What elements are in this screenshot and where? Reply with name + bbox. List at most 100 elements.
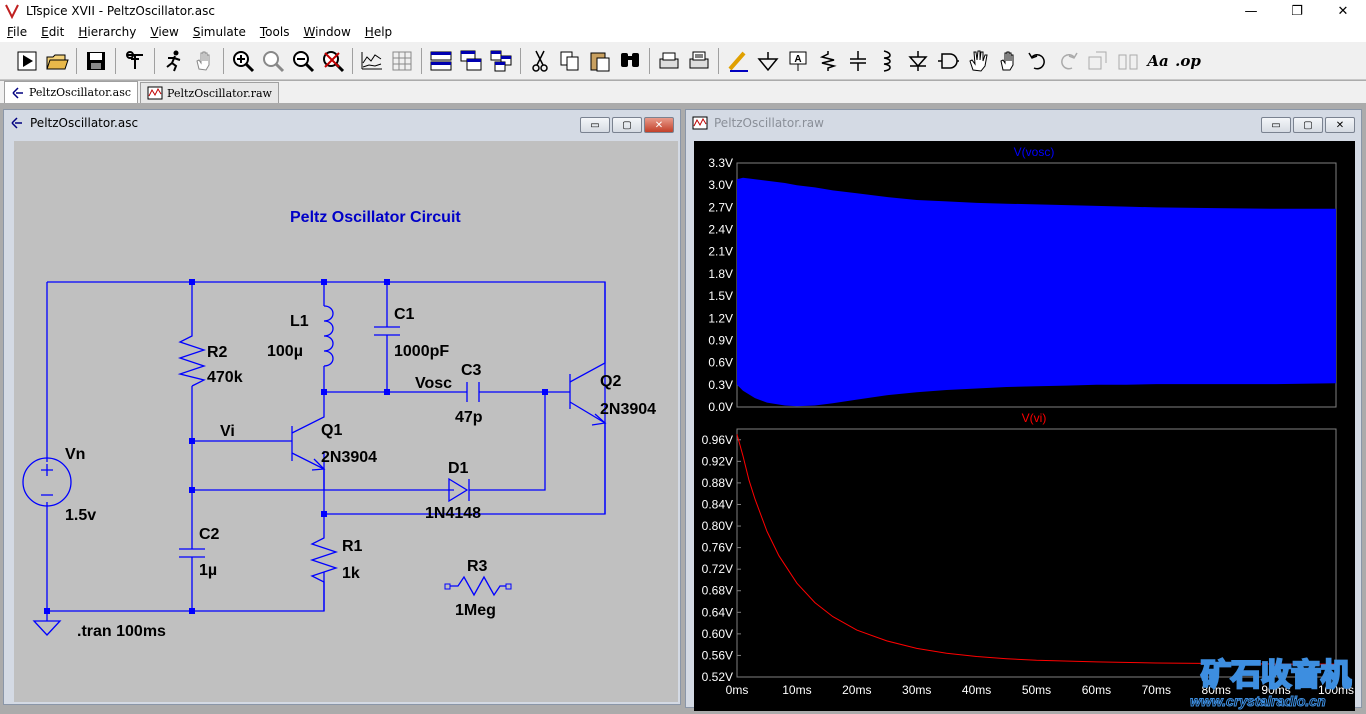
diode-icon[interactable] [904, 47, 932, 75]
restore-button[interactable]: ❐ [1274, 0, 1320, 22]
toolbar-separator [421, 47, 422, 74]
cut-icon[interactable] [526, 47, 554, 75]
resistor-icon[interactable] [814, 47, 842, 75]
transistor-q2-symbol[interactable] [569, 282, 607, 514]
zoom-pan-icon[interactable] [259, 47, 287, 75]
zoom-out-icon[interactable] [289, 47, 317, 75]
resistor-r2-symbol[interactable] [177, 330, 207, 387]
menu-simulate[interactable]: Simulate [186, 25, 253, 39]
undo-icon[interactable] [1024, 47, 1052, 75]
minimize-button[interactable]: — [1228, 0, 1274, 22]
control-panel-icon[interactable] [121, 47, 149, 75]
cascade-icon[interactable] [457, 47, 485, 75]
menu-tools[interactable]: Tools [253, 25, 297, 39]
window-title: LTspice XVII - PeltzOscillator.asc [26, 4, 215, 18]
rotate-icon[interactable] [1084, 47, 1112, 75]
y-tick-label: 0.72V [702, 562, 733, 576]
label-d1: D1 [448, 460, 469, 477]
y-tick-label: 3.3V [708, 156, 733, 170]
battery-symbol[interactable] [22, 457, 72, 507]
autorange-icon[interactable] [358, 47, 386, 75]
minimize-button[interactable]: ▭ [580, 117, 610, 133]
label-q1-value: 2N3904 [321, 449, 377, 466]
component-icon[interactable] [934, 47, 962, 75]
y-tick-label: 0.64V [702, 605, 733, 619]
capacitor-icon[interactable] [844, 47, 872, 75]
halt-icon[interactable] [160, 47, 188, 75]
schematic-icon [11, 117, 22, 129]
inductor-icon[interactable] [874, 47, 902, 75]
print-setup-icon[interactable] [685, 47, 713, 75]
find-icon[interactable] [616, 47, 644, 75]
y-tick-label: 1.8V [708, 267, 733, 281]
close-button[interactable]: ✕ [1325, 117, 1355, 133]
minimize-button[interactable]: ▭ [1261, 117, 1291, 133]
waveform-window: PeltzOscillator.raw ▭ ▢ ✕ V(vosc) 3.3V 3.… [685, 109, 1362, 711]
menu-edit[interactable]: Edit [34, 25, 71, 39]
tile-horizontal-icon[interactable] [427, 47, 455, 75]
drag-icon[interactable] [994, 47, 1022, 75]
x-tick-label: 40ms [962, 683, 991, 697]
schematic-window-titlebar[interactable]: PeltzOscillator.asc ▭ ▢ ✕ [4, 110, 680, 136]
label-r1: R1 [342, 538, 363, 555]
run-icon[interactable] [13, 47, 41, 75]
label-r2: R2 [207, 344, 228, 361]
label-c1-value: 1000pF [394, 343, 449, 360]
toolbar-separator [115, 47, 116, 74]
pane-vosc-title[interactable]: V(vosc) [1014, 145, 1055, 159]
y-tick-label: 0.6V [708, 356, 733, 370]
grid-icon[interactable] [388, 47, 416, 75]
save-icon[interactable] [82, 47, 110, 75]
x-tick-label: 50ms [1022, 683, 1051, 697]
document-tabs: PeltzOscillator.asc PeltzOscillator.raw [0, 81, 1366, 103]
copy-icon[interactable] [556, 47, 584, 75]
tile-icon[interactable] [487, 47, 515, 75]
watermark-url: www.crystalradio.cn [1190, 693, 1326, 709]
spice-directive[interactable]: .tran 100ms [77, 623, 166, 640]
schematic-canvas[interactable]: Peltz Oscillator Circuit Vn 1.5v R2 470k… [14, 141, 678, 702]
zoom-in-icon[interactable] [229, 47, 257, 75]
x-tick-label: 60ms [1082, 683, 1111, 697]
schematic-icon [12, 86, 23, 99]
print-icon[interactable] [655, 47, 683, 75]
ground-icon[interactable] [754, 47, 782, 75]
draw-wire-icon[interactable] [724, 47, 752, 75]
pan-icon[interactable] [190, 47, 218, 75]
mirror-icon[interactable] [1114, 47, 1142, 75]
pane-vi-title[interactable]: V(vi) [1022, 411, 1047, 425]
label-d1-value: 1N4148 [425, 505, 481, 522]
resistor-r1-symbol[interactable] [309, 532, 339, 611]
inductor-l1-symbol[interactable] [323, 305, 334, 367]
transistor-q1-symbol[interactable] [291, 392, 326, 490]
move-icon[interactable] [964, 47, 992, 75]
menu-view[interactable]: View [143, 25, 185, 39]
open-icon[interactable] [43, 47, 71, 75]
waveform-window-titlebar[interactable]: PeltzOscillator.raw ▭ ▢ ✕ [686, 110, 1361, 136]
svg-text:A: A [794, 54, 801, 65]
zoom-fit-icon[interactable] [319, 47, 347, 75]
menu-hierarchy[interactable]: Hierarchy [71, 25, 143, 39]
menu-file[interactable]: File [0, 25, 34, 39]
capacitor-c1-symbol[interactable] [374, 326, 400, 336]
spice-directive-tool[interactable]: .op [1174, 47, 1202, 75]
label-net-icon[interactable]: A [784, 47, 812, 75]
resistor-r3-symbol[interactable] [444, 575, 512, 597]
tab-waveform[interactable]: PeltzOscillator.raw [140, 82, 279, 103]
paste-icon[interactable] [586, 47, 614, 75]
close-button[interactable]: ✕ [644, 117, 674, 133]
label-vi: Vi [220, 423, 235, 440]
close-button[interactable]: ✕ [1320, 0, 1366, 22]
maximize-button[interactable]: ▢ [1293, 117, 1323, 133]
redo-icon[interactable] [1054, 47, 1082, 75]
label-vosc: Vosc [415, 375, 452, 392]
text-tool[interactable]: Aa [1144, 47, 1172, 75]
label-l1-value: 100µ [267, 343, 303, 360]
menu-window[interactable]: Window [296, 25, 357, 39]
waveform-canvas[interactable]: V(vosc) 3.3V 3.0V 2.7V 2.4V 2.1V 1.8V 1.5V 1.2V… [694, 141, 1355, 711]
maximize-button[interactable]: ▢ [612, 117, 642, 133]
menu-help[interactable]: Help [358, 25, 399, 39]
tab-schematic[interactable]: PeltzOscillator.asc [4, 81, 139, 103]
capacitor-c3-symbol[interactable] [466, 382, 480, 402]
y-tick-label: 2.1V [708, 245, 733, 259]
toolbar-separator [352, 47, 353, 74]
